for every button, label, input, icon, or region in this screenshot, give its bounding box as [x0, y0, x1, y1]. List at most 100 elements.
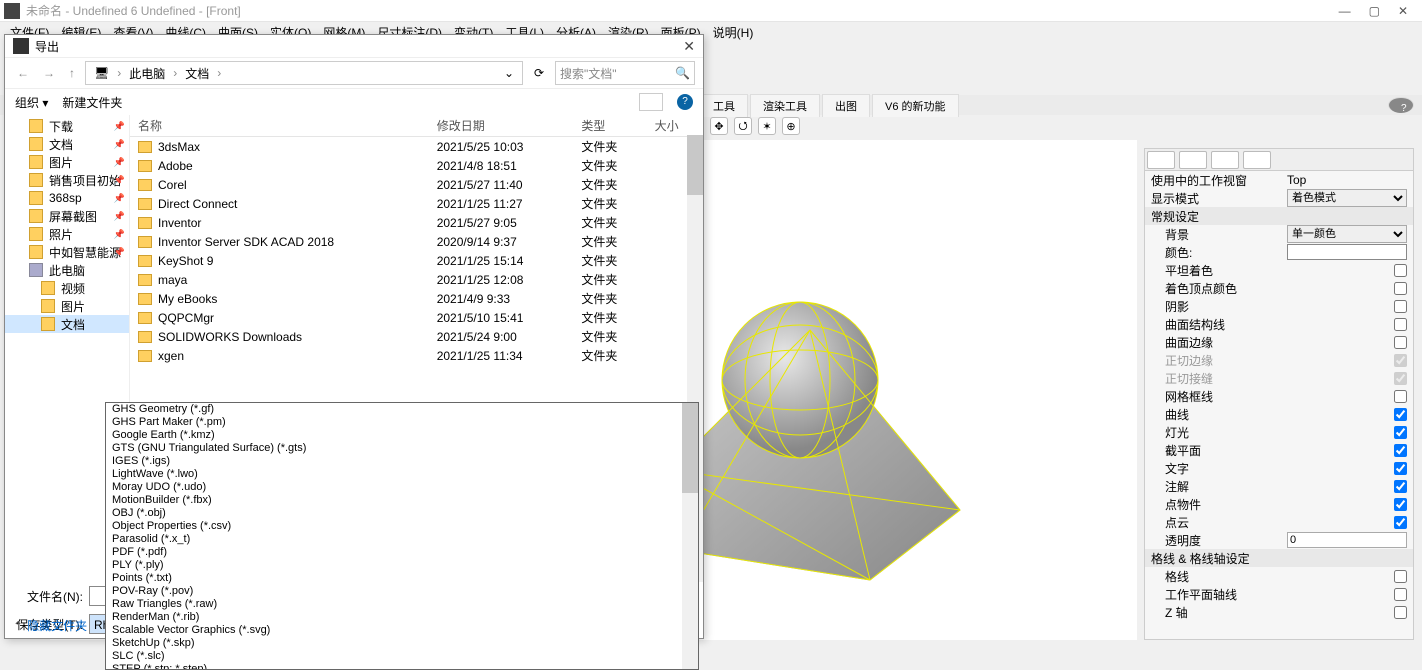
column-header[interactable]: 修改日期: [429, 115, 574, 137]
format-option[interactable]: SketchUp (*.skp): [106, 637, 698, 650]
nav-up-button[interactable]: ↑: [65, 66, 79, 80]
meshwire-check[interactable]: [1394, 390, 1407, 403]
file-row[interactable]: KeyShot 92021/1/25 15:14文件夹: [130, 251, 703, 270]
dropdown-scroll-thumb[interactable]: [682, 403, 698, 493]
format-option[interactable]: Parasolid (*.x_t): [106, 533, 698, 546]
sidebar-item[interactable]: 照片📌: [5, 225, 129, 243]
light-check[interactable]: [1394, 426, 1407, 439]
maximize-button[interactable]: ▢: [1369, 4, 1380, 18]
sidebar-item[interactable]: 屏幕截图📌: [5, 207, 129, 225]
column-header[interactable]: 类型: [573, 115, 646, 137]
crumb-item[interactable]: 此电脑: [125, 65, 169, 82]
opacity-input[interactable]: [1287, 532, 1407, 548]
close-button[interactable]: ✕: [1398, 4, 1408, 18]
cplane-check[interactable]: [1394, 588, 1407, 601]
format-option[interactable]: GTS (GNU Triangulated Surface) (*.gts): [106, 442, 698, 455]
display-mode-select[interactable]: 着色模式: [1287, 189, 1407, 207]
file-row[interactable]: QQPCMgr2021/5/10 15:41文件夹: [130, 308, 703, 327]
format-option[interactable]: IGES (*.igs): [106, 455, 698, 468]
dialog-help-icon[interactable]: ?: [677, 94, 693, 110]
surfiso-check[interactable]: [1394, 318, 1407, 331]
text-check[interactable]: [1394, 462, 1407, 475]
file-row[interactable]: 3dsMax2021/5/25 10:03文件夹: [130, 137, 703, 157]
surfedge-check[interactable]: [1394, 336, 1407, 349]
format-option[interactable]: Raw Triangles (*.raw): [106, 598, 698, 611]
ptobj-check[interactable]: [1394, 498, 1407, 511]
annot-check[interactable]: [1394, 480, 1407, 493]
panel-tab-icon[interactable]: [1211, 151, 1239, 169]
sidebar-item[interactable]: 此电脑: [5, 261, 129, 279]
pan-icon[interactable]: ✥: [710, 117, 728, 135]
refresh-button[interactable]: ⟳: [529, 66, 549, 80]
file-row[interactable]: SOLIDWORKS Downloads2021/5/24 9:00文件夹: [130, 327, 703, 346]
new-folder-button[interactable]: 新建文件夹: [62, 94, 122, 111]
format-option[interactable]: OBJ (*.obj): [106, 507, 698, 520]
breadcrumb[interactable]: 🖥› 此电脑› 文档› ⌄: [85, 61, 523, 85]
sidebar-item[interactable]: 下载📌: [5, 117, 129, 135]
format-option[interactable]: SLC (*.slc): [106, 650, 698, 663]
flat-check[interactable]: [1394, 264, 1407, 277]
nav-back-button[interactable]: ←: [13, 66, 33, 80]
format-option[interactable]: POV-Ray (*.pov): [106, 585, 698, 598]
ptcloud-check[interactable]: [1394, 516, 1407, 529]
sidebar-item[interactable]: 销售项目初始📌: [5, 171, 129, 189]
curve-check[interactable]: [1394, 408, 1407, 421]
format-option[interactable]: GHS Part Maker (*.pm): [106, 416, 698, 429]
zaxis-check[interactable]: [1394, 606, 1407, 619]
dialog-close-button[interactable]: ✕: [683, 38, 695, 55]
organize-dropdown[interactable]: 组织 ▾: [15, 94, 48, 111]
panel-tab-icon[interactable]: [1147, 151, 1175, 169]
format-option[interactable]: Object Properties (*.csv): [106, 520, 698, 533]
crumb-item[interactable]: 文档: [181, 65, 213, 82]
scroll-thumb[interactable]: [687, 135, 703, 195]
sidebar-item[interactable]: 368sp📌: [5, 189, 129, 207]
rotate-icon[interactable]: ⭯: [734, 117, 752, 135]
format-option[interactable]: Points (*.txt): [106, 572, 698, 585]
shadow-check[interactable]: [1394, 300, 1407, 313]
sidebar-item[interactable]: 文档📌: [5, 135, 129, 153]
sidebar-item[interactable]: 图片📌: [5, 153, 129, 171]
menu-item[interactable]: 说明(H): [707, 24, 760, 41]
file-row[interactable]: maya2021/1/25 12:08文件夹: [130, 270, 703, 289]
format-option[interactable]: GHS Geometry (*.gf): [106, 403, 698, 416]
sidebar-item[interactable]: 视频: [5, 279, 129, 297]
format-option[interactable]: Google Earth (*.kmz): [106, 429, 698, 442]
column-header[interactable]: 大小: [647, 115, 703, 137]
file-row[interactable]: xgen2021/1/25 11:34文件夹: [130, 346, 703, 365]
format-option[interactable]: PLY (*.ply): [106, 559, 698, 572]
vertcolor-check[interactable]: [1394, 282, 1407, 295]
format-option[interactable]: Scalable Vector Graphics (*.svg): [106, 624, 698, 637]
hide-folders-link[interactable]: ⌃隐藏文件夹: [13, 617, 87, 634]
tab[interactable]: 出图: [822, 94, 870, 117]
panel-tab-icon[interactable]: [1179, 151, 1207, 169]
file-row[interactable]: Inventor2021/5/27 9:05文件夹: [130, 213, 703, 232]
view-mode-button[interactable]: [639, 93, 663, 111]
sidebar-item[interactable]: 文档: [5, 315, 129, 333]
file-row[interactable]: Direct Connect2021/1/25 11:27文件夹: [130, 194, 703, 213]
tab[interactable]: 工具: [700, 94, 748, 117]
format-option[interactable]: Moray UDO (*.udo): [106, 481, 698, 494]
help-icon[interactable]: ?: [1388, 97, 1414, 113]
format-option[interactable]: LightWave (*.lwo): [106, 468, 698, 481]
format-option[interactable]: STEP (*.stp; *.step): [106, 663, 698, 670]
bg-select[interactable]: 单一颜色: [1287, 225, 1407, 243]
format-option[interactable]: RenderMan (*.rib): [106, 611, 698, 624]
format-option[interactable]: MotionBuilder (*.fbx): [106, 494, 698, 507]
tab[interactable]: V6 的新功能: [872, 94, 959, 117]
dropdown-scrollbar[interactable]: [682, 403, 698, 669]
grid-check[interactable]: [1394, 570, 1407, 583]
file-row[interactable]: Adobe2021/4/8 18:51文件夹: [130, 156, 703, 175]
file-row[interactable]: Corel2021/5/27 11:40文件夹: [130, 175, 703, 194]
tab[interactable]: 渲染工具: [750, 94, 820, 117]
sidebar-item[interactable]: 中如智慧能源📌: [5, 243, 129, 261]
file-row[interactable]: My eBooks2021/4/9 9:33文件夹: [130, 289, 703, 308]
search-input[interactable]: 搜索"文档"🔍: [555, 61, 695, 85]
format-option[interactable]: PDF (*.pdf): [106, 546, 698, 559]
panel-tab-icon[interactable]: [1243, 151, 1271, 169]
minimize-button[interactable]: —: [1339, 4, 1351, 18]
file-row[interactable]: Inventor Server SDK ACAD 20182020/9/14 9…: [130, 232, 703, 251]
sidebar-item[interactable]: 图片: [5, 297, 129, 315]
zoom-icon[interactable]: ✶: [758, 117, 776, 135]
clip-check[interactable]: [1394, 444, 1407, 457]
color-swatch[interactable]: [1287, 244, 1407, 260]
